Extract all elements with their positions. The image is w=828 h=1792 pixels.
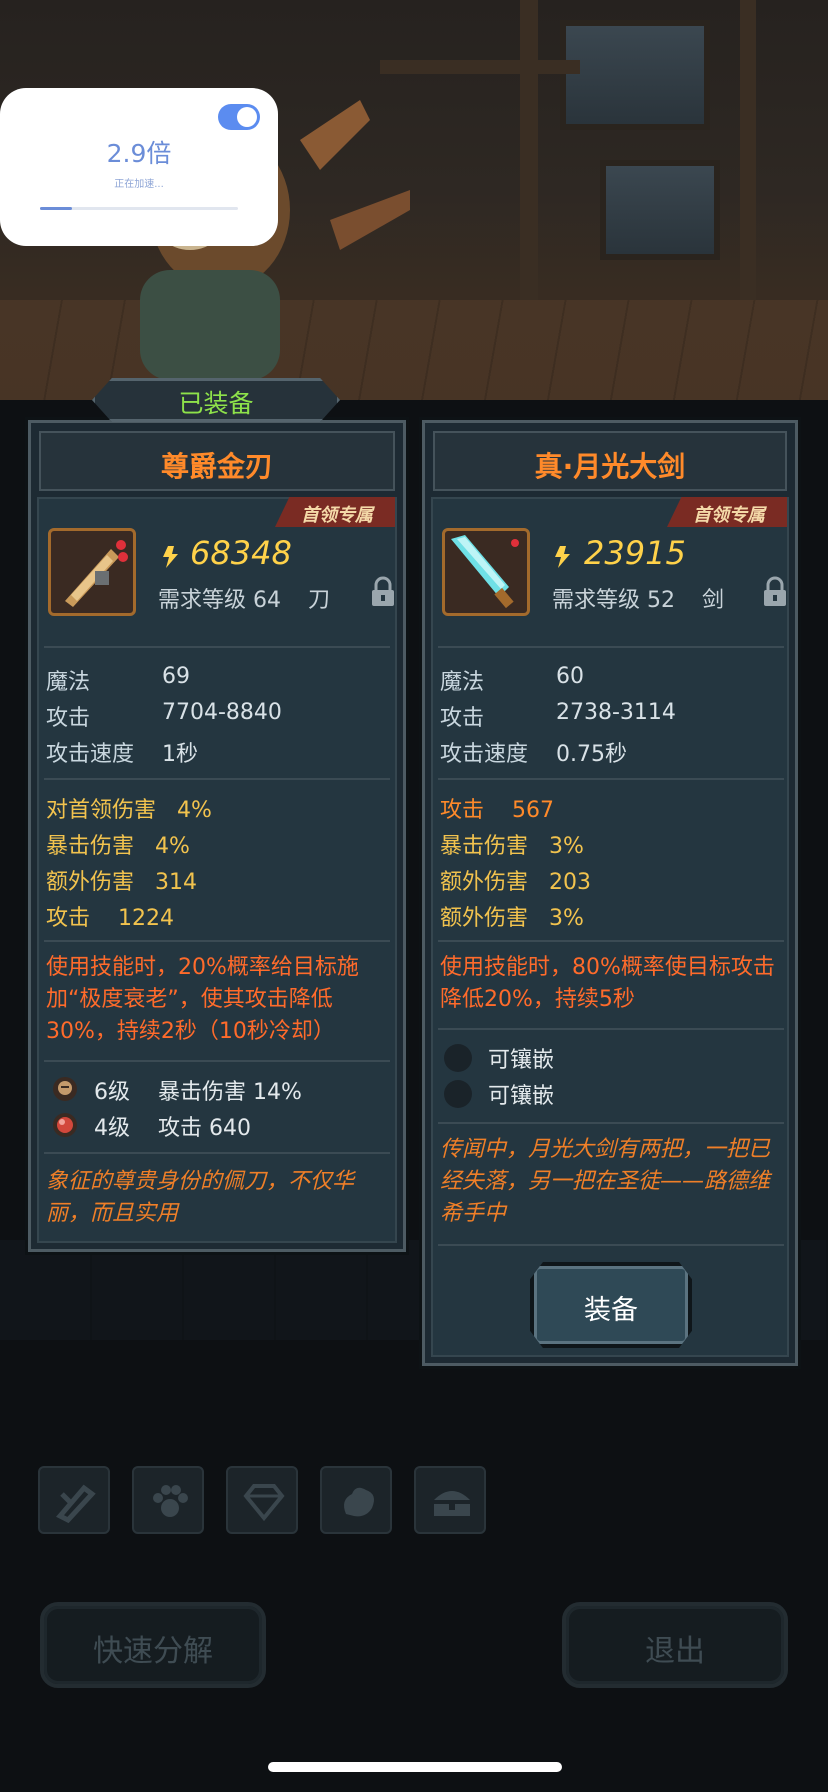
item-lore: 传闻中，月光大剑有两把，一把已经失落，另一把在圣徒——路德维希手中 <box>440 1137 771 1226</box>
bonus-stat: 额外伤害 314 <box>46 870 197 895</box>
speed-progress-fill <box>40 207 72 210</box>
moonlight-sword-icon[interactable] <box>442 528 530 616</box>
exit-label: 退出 <box>645 1634 705 1669</box>
stat-attack-label: 攻击 <box>46 706 91 731</box>
bonus-stat: 额外伤害 3% <box>440 906 584 931</box>
paw-tab-icon[interactable] <box>132 1466 204 1534</box>
power-score: 23915 <box>584 534 686 572</box>
power-icon <box>555 546 570 568</box>
stat-attack-speed-label: 攻击速度 <box>440 742 529 767</box>
chest-tab-icon[interactable] <box>414 1466 486 1534</box>
stat-magic-label: 魔法 <box>440 670 485 695</box>
weapon-type: 剑 <box>702 588 725 613</box>
quick-decompose-label: 快速分解 <box>93 1634 213 1669</box>
weapon-tab-icon[interactable] <box>38 1466 110 1534</box>
equipped-label: 已装备 <box>178 389 254 418</box>
boss-exclusive-badge: 首领专属 <box>275 497 395 527</box>
lock-icon[interactable] <box>762 576 788 608</box>
empty-socket-icon[interactable] <box>444 1080 472 1108</box>
lock-icon[interactable] <box>370 576 396 608</box>
bonus-stat: 攻击 1224 <box>46 906 174 931</box>
empty-socket-icon[interactable] <box>444 1044 472 1072</box>
stat-attack-value: 7704-8840 <box>162 700 282 725</box>
level-requirement: 需求等级 52 <box>552 588 675 613</box>
gem-face-icon <box>53 1077 77 1101</box>
stat-magic-label: 魔法 <box>46 670 91 695</box>
power-icon <box>163 546 178 568</box>
bonus-stat: 对首领伤害 4% <box>46 798 212 823</box>
skill-description: 使用技能时，80%概率使目标攻击降低20%，持续5秒 <box>440 955 775 1012</box>
item-title-bar: 真·月光大剑 <box>433 431 787 491</box>
stat-attack-speed-label: 攻击速度 <box>46 742 135 767</box>
stat-magic-value: 60 <box>556 664 584 689</box>
speed-multiplier: 2.9倍 <box>106 139 172 168</box>
item-lore: 象征的尊贵身份的佩刀，不仅华丽，而且实用 <box>46 1169 355 1226</box>
speed-status-text: 正在加速... <box>114 179 164 190</box>
boss-exclusive-badge: 首领专属 <box>667 497 787 527</box>
speed-progress-bar <box>40 207 238 210</box>
power-score: 68348 <box>190 534 292 572</box>
gem-slot-2[interactable]: 4级 攻击 640 <box>52 1110 372 1141</box>
gem-red-icon <box>53 1113 77 1137</box>
gem-slot-1[interactable]: 6级 暴击伤害 14% <box>52 1074 372 1105</box>
stat-attack-speed-value: 1秒 <box>162 742 198 767</box>
material-tab-icon[interactable] <box>320 1466 392 1534</box>
stat-attack-speed-value: 0.75秒 <box>556 742 627 767</box>
stat-magic-value: 69 <box>162 664 190 689</box>
stat-attack-value: 2738-3114 <box>556 700 676 725</box>
bonus-stat: 暴击伤害 3% <box>440 834 584 859</box>
level-requirement: 需求等级 64 <box>158 588 281 613</box>
bonus-stat: 攻击 567 <box>440 798 554 823</box>
gem-tab-icon[interactable] <box>226 1466 298 1534</box>
equip-button-label: 装备 <box>584 1295 638 1326</box>
skill-description: 使用技能时，20%概率给目标施加“极度衰老”，使其攻击降低30%，持续2秒（10… <box>46 955 359 1044</box>
home-indicator[interactable] <box>268 1762 562 1772</box>
golden-blade-icon[interactable] <box>48 528 136 616</box>
item-name: 真·月光大剑 <box>534 450 686 483</box>
socket-label: 可镶嵌 <box>488 1048 555 1073</box>
socket-label: 可镶嵌 <box>488 1084 555 1109</box>
item-title-bar: 尊爵金刃 <box>39 431 395 491</box>
bonus-stat: 额外伤害 203 <box>440 870 591 895</box>
speed-toggle-switch[interactable] <box>218 104 260 130</box>
item-name: 尊爵金刃 <box>160 450 273 483</box>
stat-attack-label: 攻击 <box>440 706 485 731</box>
bonus-stat: 暴击伤害 4% <box>46 834 190 859</box>
weapon-type: 刀 <box>308 588 331 613</box>
